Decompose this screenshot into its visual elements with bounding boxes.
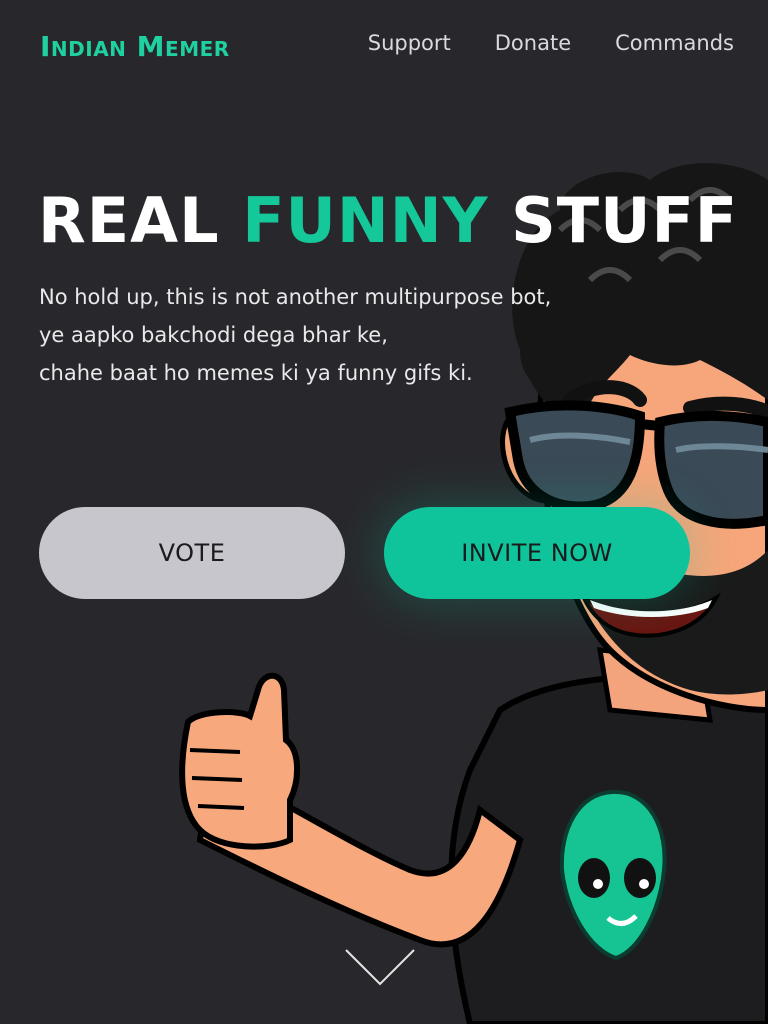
top-navbar: Indian Memer Support Donate Commands: [0, 0, 768, 96]
brand-logo[interactable]: Indian Memer: [40, 30, 230, 63]
invite-now-button[interactable]: INVITE NOW: [384, 507, 690, 599]
nav-links: Support Donate Commands: [368, 31, 734, 55]
headline-word-real: REAL: [38, 184, 220, 257]
nav-donate-link[interactable]: Donate: [495, 31, 571, 55]
nav-commands-link[interactable]: Commands: [615, 31, 734, 55]
hero-description: No hold up, this is not another multipur…: [39, 278, 639, 392]
thumbs-up-hand: [179, 672, 301, 850]
description-line: chahe baat ho memes ki ya funny gifs ki.: [39, 361, 473, 385]
vote-button[interactable]: VOTE: [39, 507, 345, 599]
chevron-down-icon[interactable]: [344, 946, 416, 990]
headline-word-funny: FUNNY: [242, 184, 489, 257]
hero-headline: REAL FUNNY STUFF: [38, 184, 738, 258]
headline-word-stuff: STUFF: [511, 184, 739, 257]
description-line: ye aapko bakchodi dega bhar ke,: [39, 323, 388, 347]
description-line: No hold up, this is not another multipur…: [39, 285, 552, 309]
nav-support-link[interactable]: Support: [368, 31, 451, 55]
